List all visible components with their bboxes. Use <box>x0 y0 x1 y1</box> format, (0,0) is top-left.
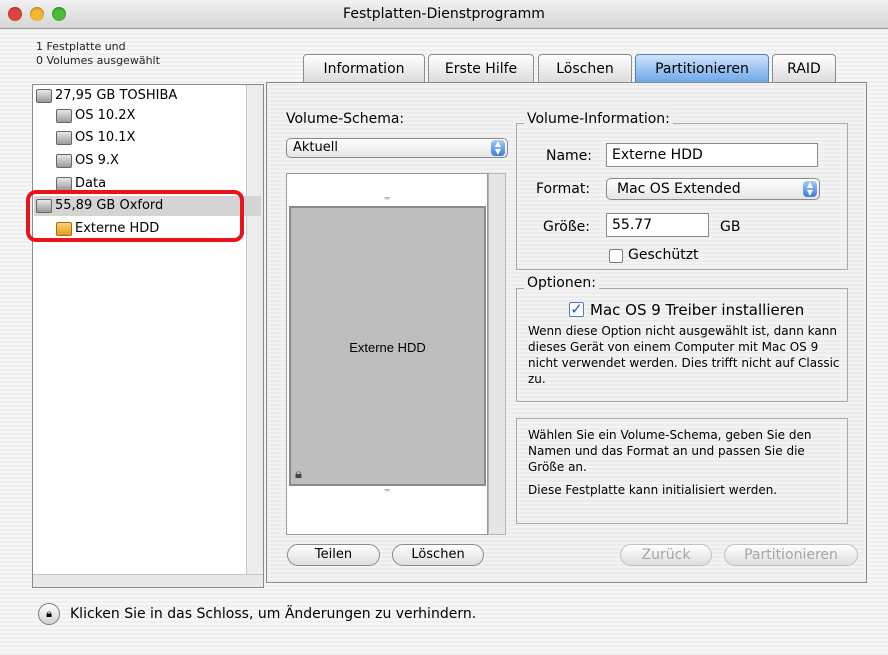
volume-icon <box>56 130 72 145</box>
mac-os9-driver-label: Mac OS 9 Treiber installieren <box>590 301 805 319</box>
partition-block[interactable]: Externe HDD 🔒︎ <box>289 206 486 486</box>
lock-hint: Klicken Sie in das Schloss, um Änderunge… <box>70 606 477 622</box>
lock-icon[interactable]: 🔒︎ <box>38 603 60 625</box>
size-field[interactable]: 55.77 <box>606 213 709 237</box>
volume-item-os9[interactable]: OS 9.X <box>56 151 119 171</box>
tab-raid[interactable]: RAID <box>772 54 836 82</box>
resize-handle-top-icon[interactable]: ═ <box>288 195 486 205</box>
volume-scheme-popup[interactable]: Aktuell ▲ ▼ <box>286 138 508 158</box>
size-label: Größe: <box>543 219 591 235</box>
split-button[interactable]: Teilen <box>287 544 380 566</box>
protected-label: Geschützt <box>628 247 699 263</box>
resize-handle-bottom-icon[interactable]: ═ <box>288 487 486 497</box>
lock-icon: 🔒︎ <box>295 467 302 482</box>
volume-scheme-label: Volume-Schema: <box>286 111 405 127</box>
format-label: Format: <box>536 181 591 197</box>
volume-icon <box>56 153 72 168</box>
help-text-1: Wählen Sie ein Volume-Schema, geben Sie … <box>528 428 812 474</box>
partition-button[interactable]: Partitionieren <box>724 544 858 566</box>
delete-partition-button[interactable]: Löschen <box>392 544 484 566</box>
partition-scrollbar[interactable] <box>488 173 506 535</box>
partition-name: Externe HDD <box>349 340 426 355</box>
horizontal-scrollbar[interactable] <box>33 574 263 587</box>
tab-information[interactable]: Information <box>303 54 425 82</box>
title-bar: Festplatten-Dienstprogramm <box>0 0 888 29</box>
help-text-2: Diese Festplatte kann initialisiert werd… <box>528 483 778 497</box>
selection-count: 1 Festplatte und 0 Volumes ausgewählt <box>36 40 160 67</box>
volume-icon <box>56 176 72 191</box>
popup-arrows-icon: ▲ ▼ <box>803 181 817 197</box>
volume-icon <box>56 108 72 123</box>
window-title: Festplatten-Dienstprogramm <box>343 6 545 22</box>
popup-arrows-icon: ▲ ▼ <box>491 140 505 156</box>
name-field[interactable]: Externe HDD <box>606 143 818 167</box>
size-unit: GB <box>720 219 741 235</box>
hard-disk-icon <box>36 88 52 103</box>
tab-partitionieren[interactable]: Partitionieren <box>635 54 769 82</box>
mac-os9-driver-checkbox[interactable]: ✓ <box>569 302 584 317</box>
options-legend: Optionen: <box>524 275 599 291</box>
name-label: Name: <box>546 148 593 164</box>
format-popup[interactable]: Mac OS Extended ▲ ▼ <box>606 178 820 200</box>
volume-info-legend: Volume-Information: <box>524 111 673 127</box>
volume-item-os101[interactable]: OS 10.1X <box>56 128 135 148</box>
tab-erste-hilfe[interactable]: Erste Hilfe <box>428 54 534 82</box>
disk-item-toshiba[interactable]: 27,95 GB TOSHIBA <box>36 86 177 106</box>
volume-item-os102[interactable]: OS 10.2X <box>56 106 135 126</box>
protected-checkbox[interactable] <box>609 249 623 263</box>
back-button[interactable]: Zurück <box>620 544 712 566</box>
options-description: Wenn diese Option nicht ausgewählt ist, … <box>528 324 840 386</box>
tab-loeschen[interactable]: Löschen <box>538 54 632 82</box>
vertical-scrollbar[interactable] <box>246 85 263 587</box>
red-highlight-box <box>26 190 244 242</box>
